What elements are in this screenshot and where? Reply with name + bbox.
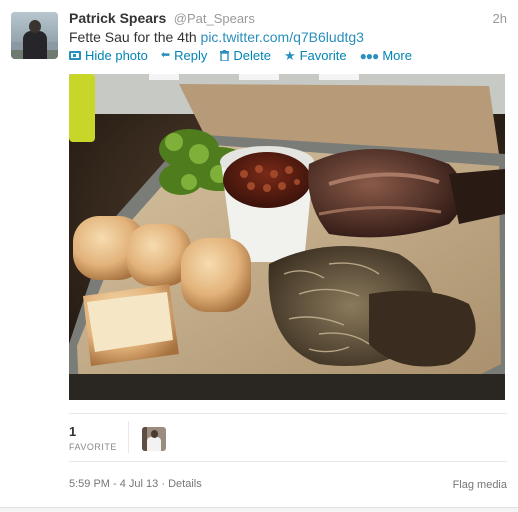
star-icon: ★ bbox=[283, 48, 296, 63]
more-label: More bbox=[382, 48, 412, 63]
stats-bottom-divider bbox=[69, 461, 507, 462]
user-avatar[interactable] bbox=[11, 12, 58, 59]
reply-label: Reply bbox=[174, 48, 208, 63]
favoriter-avatar-head bbox=[151, 430, 158, 438]
trash-icon bbox=[220, 50, 230, 61]
favorite-button[interactable]: ★ Favorite bbox=[284, 48, 347, 63]
tweet-header: Patrick Spears @Pat_Spears 2h bbox=[69, 10, 507, 28]
tweet-body: Fette Sau for the 4th bbox=[69, 29, 197, 45]
reply-button[interactable]: ⬅ Reply bbox=[161, 48, 207, 63]
favorite-stat-label: FAVORITE bbox=[69, 442, 117, 452]
tweet-timestamp-row: 5:59 PM - 4 Jul 13 · Details bbox=[69, 478, 202, 490]
hide-photo-button[interactable]: Hide photo bbox=[69, 48, 148, 63]
tweet-text: Fette Sau for the 4th pic.twitter.com/q7… bbox=[69, 29, 364, 45]
favoriter-avatar-body bbox=[147, 437, 161, 451]
details-link[interactable]: Details bbox=[168, 478, 202, 490]
tweet-bottom-border bbox=[0, 507, 518, 512]
avatar-figure-body bbox=[23, 31, 47, 59]
flag-media-link[interactable]: Flag media bbox=[453, 479, 507, 491]
favorite-count[interactable]: 1 bbox=[69, 424, 76, 439]
tweet-timestamp[interactable]: 5:59 PM - 4 Jul 13 bbox=[69, 478, 158, 490]
footer-separator: · bbox=[161, 478, 166, 490]
stats-separator bbox=[128, 421, 129, 453]
tweet-time[interactable]: 2h bbox=[493, 11, 507, 26]
delete-label: Delete bbox=[233, 48, 271, 63]
more-icon: ●●● bbox=[359, 48, 380, 63]
tweet-photo-link[interactable]: pic.twitter.com/q7B6ludtg3 bbox=[201, 29, 364, 45]
favorite-label-action: Favorite bbox=[299, 48, 347, 63]
tweet-actions: Hide photo ⬅ Reply Delete ★ Favorite ●●●… bbox=[69, 48, 412, 63]
tweet-card: Patrick Spears @Pat_Spears 2h Fette Sau … bbox=[0, 0, 518, 512]
favoriter-avatar[interactable] bbox=[142, 427, 166, 451]
stats-top-divider bbox=[69, 413, 507, 414]
bbq-tray-photo bbox=[69, 74, 505, 400]
user-fullname[interactable]: Patrick Spears bbox=[69, 10, 166, 26]
tweet-photo[interactable] bbox=[69, 74, 505, 400]
avatar-figure-head bbox=[29, 20, 41, 33]
reply-icon: ⬅ bbox=[160, 49, 171, 61]
photo-icon bbox=[69, 51, 81, 60]
hide-photo-label: Hide photo bbox=[85, 48, 148, 63]
user-handle[interactable]: @Pat_Spears bbox=[174, 11, 255, 26]
more-button[interactable]: ●●● More bbox=[360, 48, 412, 63]
delete-button[interactable]: Delete bbox=[220, 48, 271, 63]
